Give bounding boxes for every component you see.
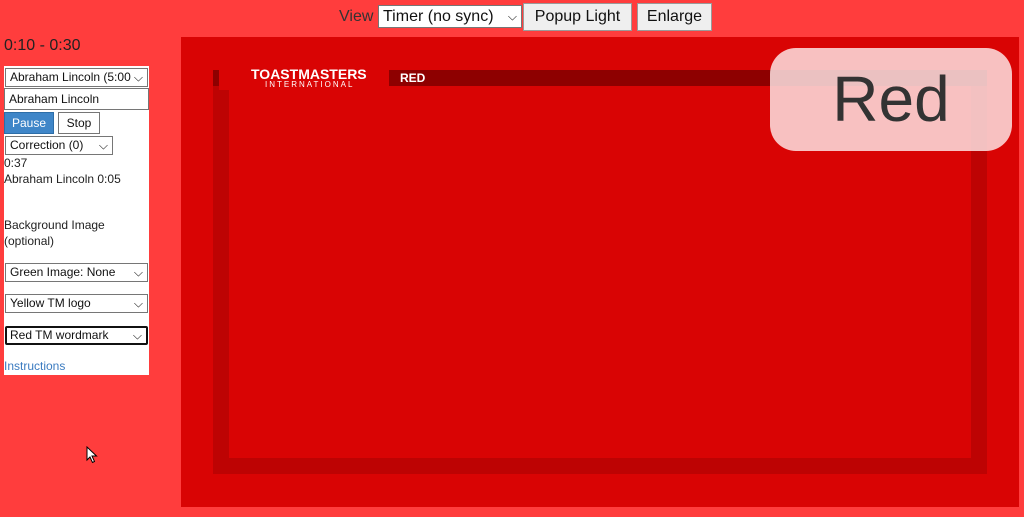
stop-button[interactable]: Stop: [58, 112, 100, 134]
red-image-select-value: Red TM wordmark: [10, 328, 109, 342]
chevron-down-icon: ⌵: [507, 9, 517, 23]
yellow-image-select[interactable]: Yellow TM logo ⌵: [5, 294, 148, 313]
speaker-select-value: Abraham Lincoln (5:00: [10, 70, 131, 84]
background-image-optional: (optional): [4, 234, 55, 248]
green-image-select[interactable]: Green Image: None ⌵: [5, 263, 148, 282]
yellow-image-select-value: Yellow TM logo: [10, 296, 91, 310]
view-label: View: [339, 8, 374, 25]
pause-button[interactable]: Pause: [4, 112, 54, 134]
instructions-link[interactable]: Instructions: [4, 359, 65, 373]
speaker-select[interactable]: Abraham Lincoln (5:00 ⌵: [5, 68, 148, 87]
enlarge-button[interactable]: Enlarge: [637, 3, 712, 31]
chevron-down-icon: ⌵: [133, 296, 143, 310]
view-select[interactable]: Timer (no sync) ⌵: [378, 5, 522, 28]
toastmasters-subtitle: INTERNATIONAL: [265, 80, 355, 89]
color-tag: RED: [400, 71, 426, 85]
top-toolbar: View Timer (no sync) ⌵ Popup Light Enlar…: [0, 0, 1024, 34]
view-select-value: Timer (no sync): [383, 8, 494, 25]
log-entry: Abraham Lincoln 0:05: [4, 172, 121, 186]
status-badge-text: Red: [832, 63, 950, 135]
time-range: 0:10 - 0:30: [4, 37, 81, 54]
popup-light-button[interactable]: Popup Light: [523, 3, 632, 31]
correction-select-value: Correction (0): [10, 138, 84, 152]
chevron-down-icon: ⌵: [132, 328, 142, 342]
mouse-cursor-icon: [86, 446, 98, 464]
correction-select[interactable]: Correction (0) ⌵: [5, 136, 113, 155]
green-image-select-value: Green Image: None: [10, 265, 116, 279]
background-image-label: Background Image: [4, 218, 105, 232]
chevron-down-icon: ⌵: [98, 138, 108, 152]
elapsed-time: 0:37: [4, 156, 28, 170]
chevron-down-icon: ⌵: [133, 265, 143, 279]
chevron-down-icon: ⌵: [133, 70, 143, 84]
speaker-name-input[interactable]: Abraham Lincoln: [4, 88, 149, 110]
status-badge: Red: [770, 48, 1012, 151]
control-panel: Abraham Lincoln (5:00 ⌵ Abraham Lincoln …: [4, 66, 149, 375]
red-image-select[interactable]: Red TM wordmark ⌵: [5, 326, 148, 345]
